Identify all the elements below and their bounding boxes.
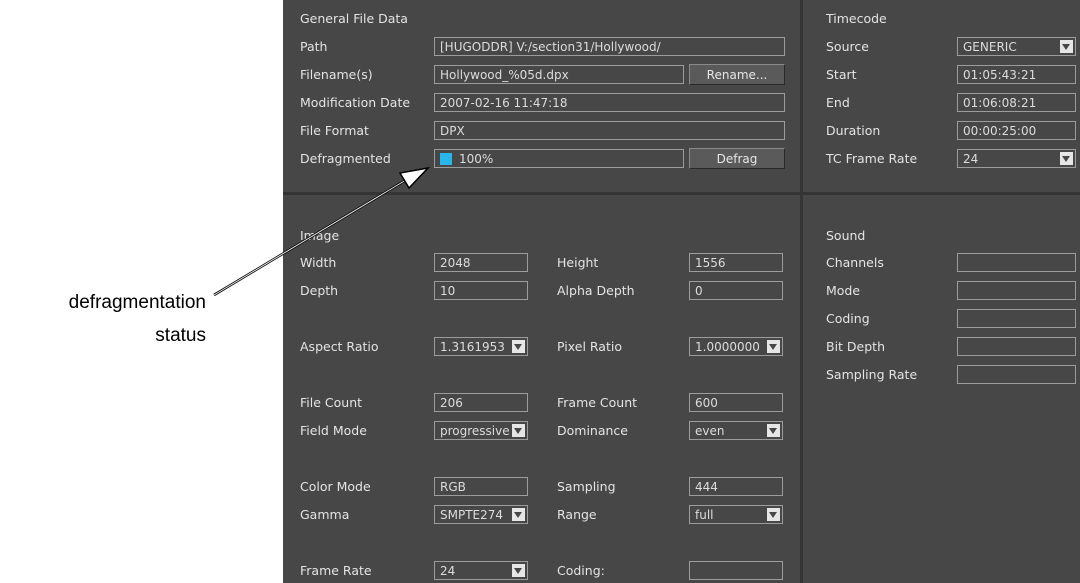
path-field[interactable]: [HUGODDR] V:/section31/Hollywood/ xyxy=(434,37,785,56)
bit-depth-field[interactable] xyxy=(957,337,1076,356)
color-mode-label: Color Mode xyxy=(300,479,371,494)
tc-frame-rate-dropdown[interactable]: 24 xyxy=(957,149,1076,168)
rename-button[interactable]: Rename... xyxy=(689,64,785,85)
start-label: Start xyxy=(826,67,857,82)
filename-label: Filename(s) xyxy=(300,67,373,82)
frame-count-label: Frame Count xyxy=(557,395,638,410)
depth-field[interactable]: 10 xyxy=(434,281,528,300)
modification-date-label: Modification Date xyxy=(300,95,411,110)
chevron-down-icon xyxy=(1060,40,1073,53)
chevron-down-icon xyxy=(512,424,525,437)
image-title: Image xyxy=(300,228,340,243)
sampling-label: Sampling xyxy=(557,479,616,494)
chevron-down-icon xyxy=(512,564,525,577)
source-dropdown[interactable]: GENERIC xyxy=(957,37,1076,56)
field-mode-label: Field Mode xyxy=(300,423,367,438)
color-mode-field[interactable]: RGB xyxy=(434,477,528,496)
defragmented-label: Defragmented xyxy=(300,151,391,166)
defrag-progress-swatch xyxy=(440,153,452,165)
file-count-field[interactable]: 206 xyxy=(434,393,528,412)
chevron-down-icon xyxy=(1060,152,1073,165)
file-format-field[interactable]: DPX xyxy=(434,121,785,140)
tc-frame-rate-label: TC Frame Rate xyxy=(826,151,918,166)
chevron-down-icon xyxy=(767,424,780,437)
sound-coding-field[interactable] xyxy=(957,309,1076,328)
start-field[interactable]: 01:05:43:21 xyxy=(957,65,1076,84)
sampling-field[interactable]: 444 xyxy=(689,477,783,496)
file-count-label: File Count xyxy=(300,395,363,410)
annotation-line2: status xyxy=(155,325,206,346)
alpha-depth-label: Alpha Depth xyxy=(557,283,635,298)
frame-count-field[interactable]: 600 xyxy=(689,393,783,412)
gamma-label: Gamma xyxy=(300,507,350,522)
channels-field[interactable] xyxy=(957,253,1076,272)
duration-field[interactable]: 00:00:25:00 xyxy=(957,121,1076,140)
pixel-ratio-dropdown[interactable]: 1.0000000 xyxy=(689,337,783,356)
chevron-down-icon xyxy=(767,340,780,353)
height-field[interactable]: 1556 xyxy=(689,253,783,272)
depth-label: Depth xyxy=(300,283,339,298)
mode-field[interactable] xyxy=(957,281,1076,300)
alpha-depth-field[interactable]: 0 xyxy=(689,281,783,300)
modification-date-field[interactable]: 2007-02-16 11:47:18 xyxy=(434,93,785,112)
width-field[interactable]: 2048 xyxy=(434,253,528,272)
height-label: Height xyxy=(557,255,599,270)
pixel-ratio-label: Pixel Ratio xyxy=(557,339,622,354)
mode-label: Mode xyxy=(826,283,861,298)
aspect-ratio-dropdown[interactable]: 1.3161953 xyxy=(434,337,528,356)
annotation-label: defragmentation status xyxy=(20,286,206,352)
dominance-dropdown[interactable]: even xyxy=(689,421,783,440)
timecode-title: Timecode xyxy=(826,11,887,26)
range-label: Range xyxy=(557,507,597,522)
sound-coding-label: Coding xyxy=(826,311,870,326)
range-dropdown[interactable]: full xyxy=(689,505,783,524)
defragmented-status-field: 100% xyxy=(434,149,684,168)
dominance-label: Dominance xyxy=(557,423,628,438)
path-label: Path xyxy=(300,39,328,54)
gamma-dropdown[interactable]: SMPTE274 xyxy=(434,505,528,524)
sampling-rate-label: Sampling Rate xyxy=(826,367,918,382)
aspect-ratio-label: Aspect Ratio xyxy=(300,339,379,354)
coding-field[interactable] xyxy=(689,561,783,580)
end-field[interactable]: 01:06:08:21 xyxy=(957,93,1076,112)
duration-label: Duration xyxy=(826,123,881,138)
file-format-label: File Format xyxy=(300,123,369,138)
defrag-button[interactable]: Defrag xyxy=(689,148,785,169)
frame-rate-label: Frame Rate xyxy=(300,563,372,578)
horizontal-divider xyxy=(283,192,1080,195)
general-file-data-title: General File Data xyxy=(300,11,408,26)
annotation-line1: defragmentation xyxy=(68,292,206,313)
coding-label: Coding: xyxy=(557,563,605,578)
chevron-down-icon xyxy=(512,508,525,521)
chevron-down-icon xyxy=(512,340,525,353)
frame-rate-dropdown[interactable]: 24 xyxy=(434,561,528,580)
source-label: Source xyxy=(826,39,869,54)
vertical-divider xyxy=(800,0,803,583)
field-mode-dropdown[interactable]: progressive xyxy=(434,421,528,440)
chevron-down-icon xyxy=(767,508,780,521)
channels-label: Channels xyxy=(826,255,884,270)
bit-depth-label: Bit Depth xyxy=(826,339,885,354)
sampling-rate-field[interactable] xyxy=(957,365,1076,384)
filename-field[interactable]: Hollywood_%05d.dpx xyxy=(434,65,684,84)
end-label: End xyxy=(826,95,850,110)
sound-title: Sound xyxy=(826,228,866,243)
width-label: Width xyxy=(300,255,337,270)
